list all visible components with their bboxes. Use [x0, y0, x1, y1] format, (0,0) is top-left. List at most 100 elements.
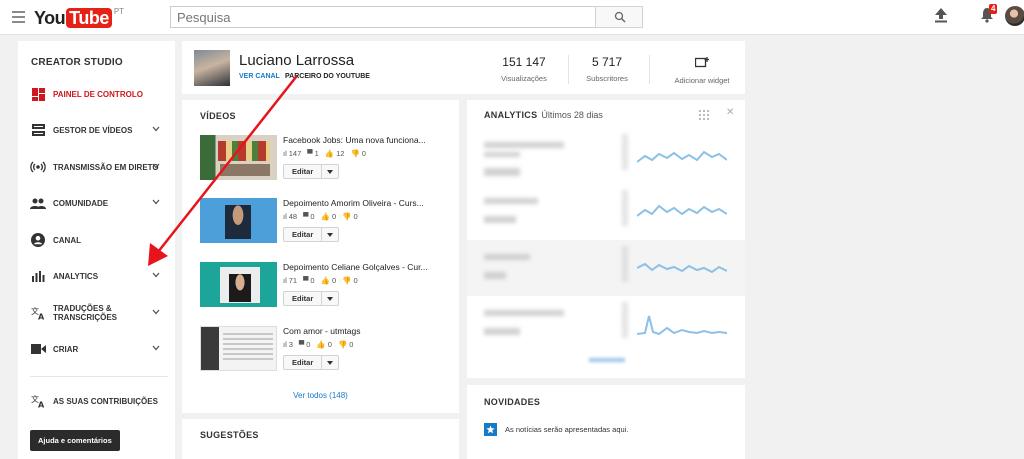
chevron-down-icon[interactable] [152, 163, 160, 169]
comment-icon: ▀ [303, 276, 309, 285]
partner-label: PARCEIRO DO YOUTUBE [285, 73, 370, 80]
stat-divider [649, 55, 650, 84]
drag-handle-icon[interactable] [699, 110, 709, 120]
views-icon: ıl [283, 340, 287, 349]
dropdown-arrow-icon[interactable] [322, 292, 338, 305]
sidebar-item-contributions[interactable]: 文A AS SUAS CONTRIBUIÇÕES [30, 391, 170, 411]
add-widget-button[interactable]: Adicionar widget [657, 55, 747, 85]
video-views: 48 [288, 212, 298, 221]
sparkline [637, 262, 727, 274]
sidebar-item-label: CANAL [53, 235, 81, 245]
dislike-icon: 👎 [350, 149, 360, 158]
video-title[interactable]: Depoimento Amorim Oliveira - Curs... [283, 198, 424, 208]
youtube-logo[interactable]: You Tube PT [34, 7, 124, 29]
logo-tube: Tube [66, 8, 112, 28]
upload-icon[interactable] [934, 7, 948, 28]
dashboard-icon [30, 87, 46, 101]
logo-region: PT [113, 7, 125, 16]
video-likes: 0 [331, 212, 337, 221]
channel-avatar[interactable] [194, 50, 230, 86]
sidebar-item-translations[interactable]: 文A TRADUÇÕES & TRANSCRIÇÕES [30, 303, 170, 323]
translate-icon: 文A [30, 306, 46, 320]
sparkline [637, 204, 727, 217]
sidebar-item-dashboard[interactable]: PAINEL DE CONTROLO [30, 84, 170, 104]
video-thumbnail[interactable] [200, 326, 277, 371]
svg-text:A: A [38, 313, 45, 321]
edit-label: Editar [284, 356, 323, 369]
notification-badge: 4 [989, 4, 998, 14]
dropdown-arrow-icon[interactable] [322, 356, 338, 369]
avatar[interactable] [1005, 6, 1024, 26]
dropdown-arrow-icon[interactable] [322, 228, 338, 241]
analytics-card: ANALYTICS Últimos 28 dias ✕ [467, 100, 745, 378]
video-comments: 1 [314, 149, 319, 158]
video-dislikes: 0 [353, 276, 358, 285]
close-icon[interactable]: ✕ [726, 107, 734, 118]
video-views: 71 [288, 276, 298, 285]
edit-button[interactable]: Editar [283, 355, 340, 370]
analytics-more-link[interactable] [589, 358, 625, 362]
sidebar-item-label: COMUNIDADE [53, 198, 109, 208]
channel-header: Luciano Larrossa VER CANAL PARCEIRO DO Y… [182, 41, 745, 94]
video-likes: 12 [336, 149, 345, 158]
sidebar-item-community[interactable]: COMUNIDADE [30, 193, 170, 213]
chevron-down-icon[interactable] [152, 199, 160, 205]
sidebar-item-live[interactable]: TRANSMISSÃO EM DIRETO [30, 157, 170, 177]
sidebar-item-analytics[interactable]: ANALYTICS [30, 266, 170, 286]
translate-icon: 文A [30, 394, 46, 408]
video-thumbnail[interactable] [200, 198, 277, 243]
account-icon [30, 233, 46, 247]
search-button[interactable] [595, 6, 643, 28]
video-comments: 0 [306, 340, 311, 349]
video-thumbnail[interactable] [200, 135, 277, 180]
video-views: 147 [288, 149, 302, 158]
views-stat: 151 147 Visualizações [484, 55, 564, 83]
sidebar-title: CREATOR STUDIO [31, 57, 123, 68]
chevron-down-icon[interactable] [152, 272, 160, 278]
video-title[interactable]: Facebook Jobs: Uma nova funciona... [283, 135, 426, 145]
video-stats: ıl 147 ▀ 1 👍 12 👎 0 [283, 149, 366, 158]
video-thumbnail[interactable] [200, 262, 277, 307]
edit-button[interactable]: Editar [283, 291, 340, 306]
video-manager-icon [30, 123, 46, 137]
add-widget-label: Adicionar widget [674, 76, 730, 85]
video-dislikes: 0 [349, 340, 354, 349]
view-channel-link[interactable]: VER CANAL [239, 73, 280, 80]
video-title[interactable]: Depoimento Celiane Golçalves - Cur... [283, 262, 428, 272]
subscribers-value: 5 717 [591, 55, 623, 69]
sidebar-item-create[interactable]: CRIAR [30, 339, 170, 359]
notifications-button[interactable]: 4 [980, 4, 998, 28]
people-icon [30, 196, 46, 210]
edit-button[interactable]: Editar [283, 164, 340, 179]
sidebar-item-label: GESTOR DE VÍDEOS [53, 125, 133, 135]
suggestions-title: SUGESTÕES [200, 430, 259, 440]
sidebar-item-video-manager[interactable]: GESTOR DE VÍDEOS [30, 120, 170, 140]
video-views: 3 [288, 340, 293, 349]
video-dislikes: 0 [353, 212, 358, 221]
video-stats: ıl 71 ▀ 0 👍 0 👎 0 [283, 276, 358, 285]
see-all-videos-link[interactable]: Ver todos (148) [182, 391, 459, 400]
chevron-down-icon[interactable] [152, 126, 160, 132]
logo-you: You [34, 8, 66, 28]
subscribers-stat: 5 717 Subscritores [567, 55, 647, 83]
video-comments: 0 [310, 212, 315, 221]
video-stats: ıl 48 ▀ 0 👍 0 👎 0 [283, 212, 358, 221]
help-feedback-button[interactable]: Ajuda e comentários [30, 430, 120, 451]
video-title[interactable]: Com amor - utmtags [283, 326, 360, 336]
chevron-down-icon[interactable] [152, 309, 160, 315]
comment-icon: ▀ [307, 149, 313, 158]
views-icon: ıl [283, 212, 287, 221]
edit-button[interactable]: Editar [283, 227, 340, 242]
dislike-icon: 👎 [337, 340, 348, 349]
chevron-down-icon[interactable] [152, 345, 160, 351]
dropdown-arrow-icon[interactable] [322, 165, 338, 178]
analytics-header: ANALYTICS Últimos 28 dias [484, 110, 603, 120]
search-input[interactable]: Pesquisa [170, 6, 596, 28]
sparkline [637, 150, 727, 163]
sidebar-item-channel[interactable]: CANAL [30, 230, 170, 250]
sidebar-item-label: PAINEL DE CONTROLO [53, 89, 143, 99]
creator-studio-sidebar: CREATOR STUDIO PAINEL DE CONTROLO GESTOR… [18, 41, 175, 459]
video-item: Com amor - utmtags ıl 3 ▀ 0 👍 0 👎 0 Editar [200, 326, 450, 376]
video-item: Facebook Jobs: Uma nova funciona... ıl 14… [200, 135, 450, 185]
menu-icon[interactable] [12, 11, 25, 23]
